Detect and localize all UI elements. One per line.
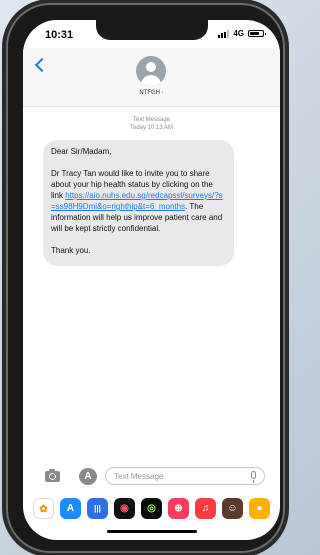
home-indicator[interactable] — [107, 530, 197, 533]
volume-down-button — [3, 147, 6, 181]
message-closing: Thank you. — [51, 246, 91, 255]
message-greeting: Dear Sir/Madam, — [51, 147, 112, 156]
digital-touch-icon[interactable]: ◉ — [114, 497, 135, 519]
chevron-right-icon: › — [161, 90, 164, 96]
contact-avatar[interactable] — [136, 56, 166, 86]
message-meta: Text Message Today 10:13 AM — [23, 116, 280, 132]
battery-icon — [248, 30, 266, 37]
notch — [96, 20, 208, 40]
screen: 10:31 4G NTFGH › Text Message Today 10:1… — [23, 20, 280, 540]
search-images-icon[interactable]: ⊕ — [168, 497, 189, 519]
back-chevron-icon[interactable] — [34, 57, 50, 73]
audio-message-icon[interactable]: ||| — [87, 497, 108, 519]
imessage-app-drawer: ✿ A ||| ◉ ◎ ⊕ ♫ ☺ ● — [23, 495, 280, 521]
photos-icon[interactable]: ✿ — [33, 497, 54, 519]
app-store-icon[interactable]: A — [60, 497, 81, 519]
app-drawer-icon[interactable]: A — [79, 468, 97, 485]
music-icon[interactable]: ♫ — [195, 497, 216, 519]
more-apps-icon[interactable]: ● — [249, 497, 270, 519]
message-input[interactable] — [105, 467, 265, 485]
status-time: 10:31 — [45, 29, 74, 41]
message-text-input[interactable] — [114, 471, 234, 481]
network-label: 4G — [233, 29, 244, 38]
camera-icon[interactable] — [45, 469, 60, 482]
memoji-icon[interactable]: ☺ — [222, 497, 243, 519]
message-bubble[interactable]: Dear Sir/Madam, Dr Tracy Tan would like … — [43, 140, 234, 266]
signal-icon — [218, 29, 230, 38]
conversation-header: NTFGH › — [23, 48, 280, 107]
message-type-label: Text Message — [132, 117, 171, 123]
power-button — [285, 123, 288, 175]
compose-bar: A — [23, 465, 280, 487]
status-indicators: 4G — [218, 29, 266, 38]
silent-switch — [3, 73, 6, 91]
contact-name[interactable]: NTFGH › — [23, 90, 280, 96]
message-timestamp: Today 10:13 AM — [129, 125, 174, 131]
volume-up-button — [3, 105, 6, 139]
phone-frame: 10:31 4G NTFGH › Text Message Today 10:1… — [3, 3, 288, 553]
activity-icon[interactable]: ◎ — [141, 497, 162, 519]
microphone-icon[interactable] — [251, 471, 256, 483]
message-body: Dr Tracy Tan would like to invite you to… — [51, 168, 225, 234]
